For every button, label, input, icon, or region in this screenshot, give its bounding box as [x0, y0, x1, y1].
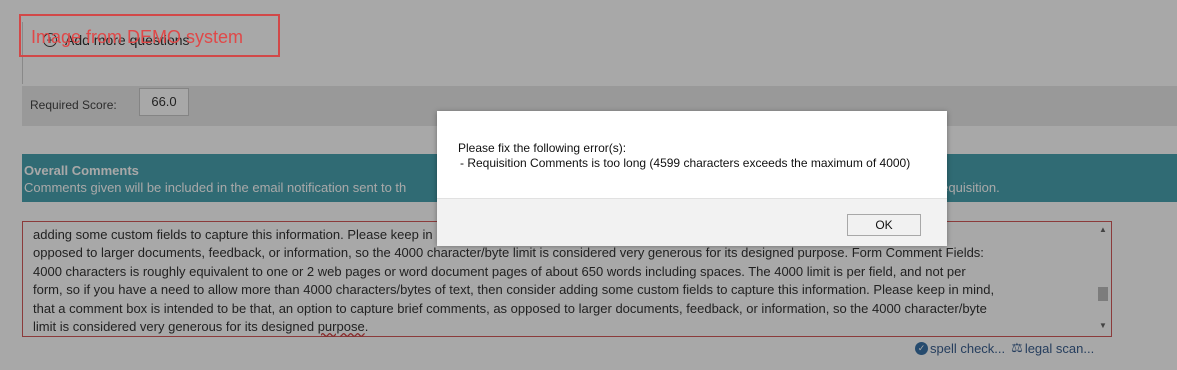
error-dialog: Please fix the following error(s): - Req…: [437, 111, 947, 246]
error-message: - Requisition Comments is too long (4599…: [460, 156, 911, 170]
ok-button[interactable]: OK: [847, 214, 921, 236]
requisition-page: + Add more questions Required Score: 66.…: [0, 0, 1177, 370]
error-heading: Please fix the following error(s):: [458, 141, 627, 155]
error-dialog-footer: OK: [437, 198, 947, 246]
demo-watermark: Image from DEMO system: [19, 14, 280, 57]
error-dialog-body: Please fix the following error(s): - Req…: [437, 111, 947, 197]
